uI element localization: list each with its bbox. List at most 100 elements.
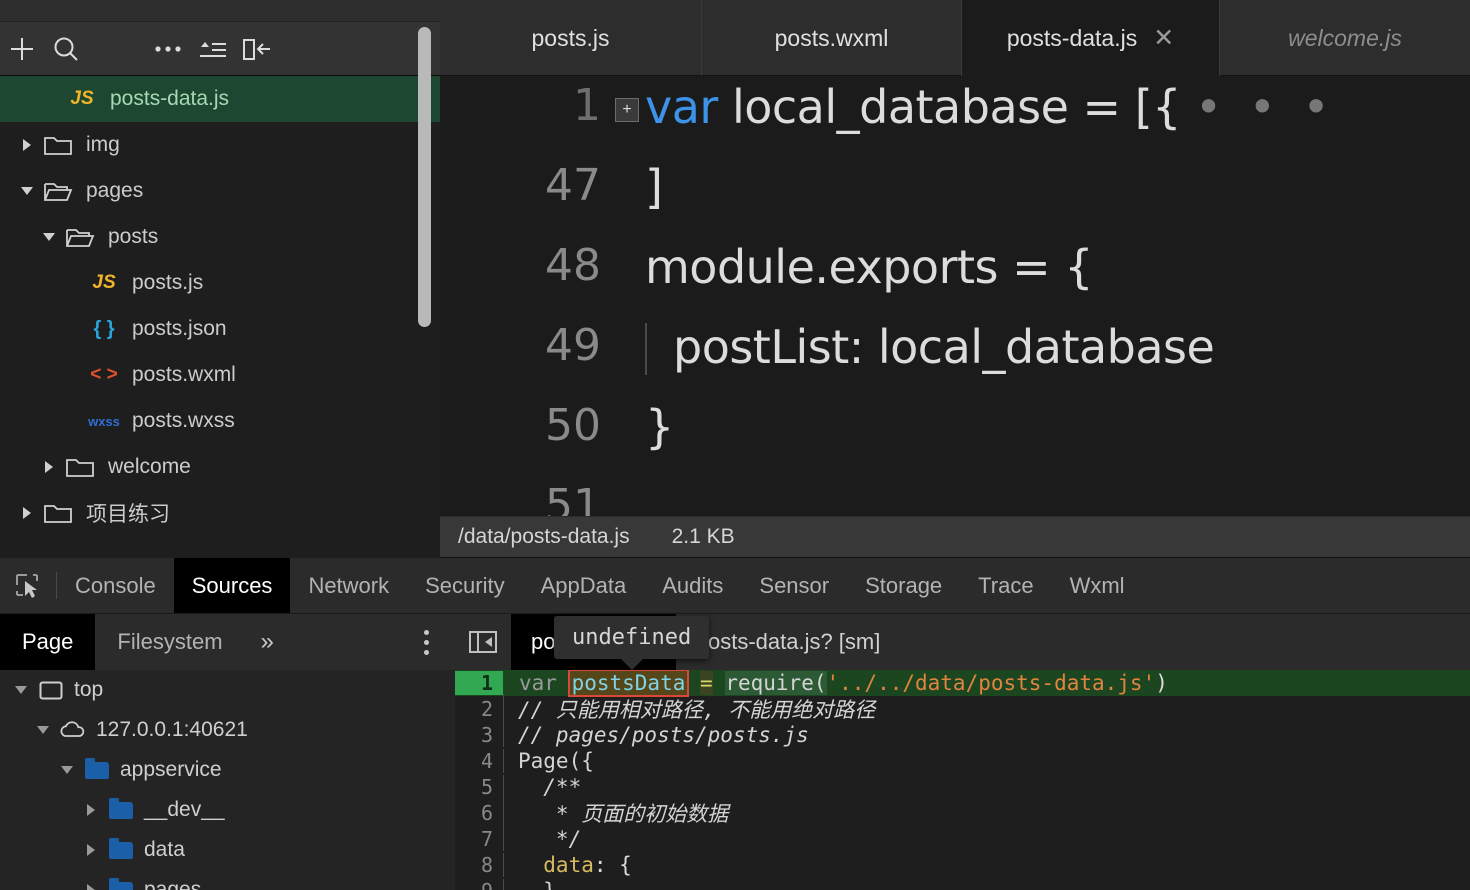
nav-tree-item-data[interactable]: data: [0, 830, 455, 870]
nav-tab-filesystem[interactable]: Filesystem: [95, 614, 244, 670]
more-tabs-icon[interactable]: »: [245, 614, 290, 670]
tree-item-posts-js[interactable]: JS posts.js: [0, 260, 440, 306]
tab-appdata[interactable]: AppData: [523, 558, 645, 613]
editor-tab-posts-js[interactable]: posts.js: [440, 0, 702, 76]
nav-tree-item-pages[interactable]: pages: [0, 870, 455, 890]
editor-tab-welcome-js[interactable]: welcome.js: [1220, 0, 1470, 76]
source-tab-label: posts-data.js? [sm]: [695, 629, 881, 654]
line-number: 48: [545, 240, 601, 291]
line-number: 1: [573, 80, 601, 131]
tab-audits[interactable]: Audits: [644, 558, 741, 613]
chevron-down-icon[interactable]: [30, 726, 56, 734]
add-file-icon[interactable]: [0, 22, 44, 76]
chevron-right-icon[interactable]: [16, 490, 38, 536]
app-root: JS posts-data.js img pages posts JS post…: [0, 0, 1470, 890]
tab-console[interactable]: Console: [57, 558, 174, 613]
devtools-tabbar: Console Sources Network Security AppData…: [0, 558, 1470, 614]
tab-storage[interactable]: Storage: [847, 558, 960, 613]
chevron-down-icon[interactable]: [16, 168, 38, 214]
editor-tab-label: posts.js: [531, 24, 610, 51]
folded-ellipsis[interactable]: • • •: [1195, 80, 1336, 134]
sources-code-view[interactable]: 1 var postsData = require('../../data/po…: [455, 670, 1470, 890]
tree-item-posts-data-js[interactable]: JS posts-data.js: [0, 76, 440, 122]
collapse-sidebar-icon[interactable]: [455, 614, 511, 670]
variable-highlight[interactable]: postsData: [567, 670, 690, 697]
tree-item-posts-wxml[interactable]: < > posts.wxml: [0, 352, 440, 398]
tab-label: Wxml: [1069, 572, 1125, 598]
nav-tab-label: Page: [22, 629, 74, 654]
nav-tree-item-label: __dev__: [144, 798, 225, 821]
editor-line: 51: [440, 480, 1470, 516]
explorer-file-tree[interactable]: JS posts-data.js img pages posts JS post…: [0, 76, 440, 558]
nav-tree-item-label: pages: [144, 878, 202, 890]
explorer-toolbar: [0, 22, 440, 76]
tree-item-project-practice[interactable]: 项目练习: [0, 490, 440, 536]
chevron-down-icon[interactable]: [38, 214, 60, 260]
chevron-right-icon[interactable]: [78, 844, 104, 856]
tree-item-label: welcome: [108, 455, 191, 478]
nav-tree-item-top[interactable]: top: [0, 670, 455, 710]
nav-tree-item-appservice[interactable]: appservice: [0, 750, 455, 790]
nav-tree-item-label: appservice: [120, 758, 222, 781]
source-tab-posts-data-js-sourcemap[interactable]: posts-data.js? [sm]: [676, 614, 901, 670]
more-options-icon[interactable]: [146, 22, 190, 76]
chevron-down-icon[interactable]: [8, 686, 34, 694]
window-titlebar: [0, 0, 440, 22]
toggle-sidebar-icon[interactable]: [234, 22, 278, 76]
fold-expand-icon[interactable]: +: [615, 98, 639, 122]
tab-label: Storage: [865, 572, 943, 598]
tree-item-img[interactable]: img: [0, 122, 440, 168]
line-content: /**: [503, 775, 581, 799]
folder-icon: [38, 133, 78, 157]
sources-navigator-pane: Page Filesystem » top 127.0.0.1:40621 ap…: [0, 614, 455, 890]
collapse-folders-icon[interactable]: [190, 22, 234, 76]
tab-sources[interactable]: Sources: [173, 558, 291, 613]
line-number: 49: [545, 320, 601, 371]
tab-label: Sensor: [759, 572, 830, 598]
inspect-element-icon[interactable]: [0, 558, 56, 613]
cloud-icon: [56, 721, 90, 739]
chevron-down-icon[interactable]: [54, 766, 80, 774]
line-rest: local_database = [{: [717, 80, 1181, 134]
tree-item-posts[interactable]: posts: [0, 214, 440, 260]
nav-tree-item-dev[interactable]: __dev__: [0, 790, 455, 830]
editor-panel: posts.js posts.wxml posts-data.js ✕ welc…: [440, 0, 1470, 558]
editor-code-area[interactable]: 1 + var local_database = [{ • • • 47 ] 4…: [440, 76, 1470, 516]
tree-item-label: posts-data.js: [110, 87, 230, 110]
editor-line: 49 postList: local_database: [440, 320, 1470, 400]
tab-label: AppData: [540, 572, 627, 598]
chevron-right-icon[interactable]: [78, 804, 104, 816]
folder-blue-icon: [80, 757, 114, 779]
explorer-scrollbar[interactable]: [418, 27, 431, 327]
tab-network[interactable]: Network: [290, 558, 407, 613]
more-tools-icon[interactable]: [397, 614, 455, 670]
line-text: module.exports = {: [645, 240, 1094, 294]
chevron-right-icon[interactable]: [16, 122, 38, 168]
tree-item-pages[interactable]: pages: [0, 168, 440, 214]
tree-item-posts-wxss[interactable]: wxss posts.wxss: [0, 398, 440, 444]
editor-tab-posts-wxml[interactable]: posts.wxml: [702, 0, 962, 76]
editor-line: 1 + var local_database = [{ • • •: [440, 80, 1470, 160]
editor-tabbar: posts.js posts.wxml posts-data.js ✕ welc…: [440, 0, 1470, 76]
tab-sensor[interactable]: Sensor: [741, 558, 847, 613]
line-content: Page({: [503, 749, 594, 773]
tab-wxml[interactable]: Wxml: [1052, 558, 1143, 613]
tooltip-undefined: undefined: [554, 616, 710, 670]
sources-editor-toolbar: posts-data.js posts-data.js? [sm] undefi…: [455, 614, 1470, 670]
tab-security[interactable]: Security: [407, 558, 522, 613]
editor-line: 50 }: [440, 400, 1470, 480]
tree-item-posts-json[interactable]: { } posts.json: [0, 306, 440, 352]
tree-item-welcome[interactable]: welcome: [0, 444, 440, 490]
page-resource-tree[interactable]: top 127.0.0.1:40621 appservice __dev__ d…: [0, 670, 455, 890]
nav-tab-page[interactable]: Page: [0, 614, 96, 670]
chevron-right-icon[interactable]: [38, 444, 60, 490]
chevron-right-icon[interactable]: [78, 884, 104, 890]
search-icon[interactable]: [44, 22, 88, 76]
tree-item-label: 项目练习: [86, 503, 170, 526]
close-icon[interactable]: ✕: [1153, 25, 1174, 51]
tab-trace[interactable]: Trace: [960, 558, 1051, 613]
editor-tab-posts-data-js[interactable]: posts-data.js ✕: [962, 0, 1220, 76]
line-text: ]: [645, 160, 663, 214]
line-number: 50: [545, 400, 601, 451]
nav-tree-item-origin[interactable]: 127.0.0.1:40621: [0, 710, 455, 750]
